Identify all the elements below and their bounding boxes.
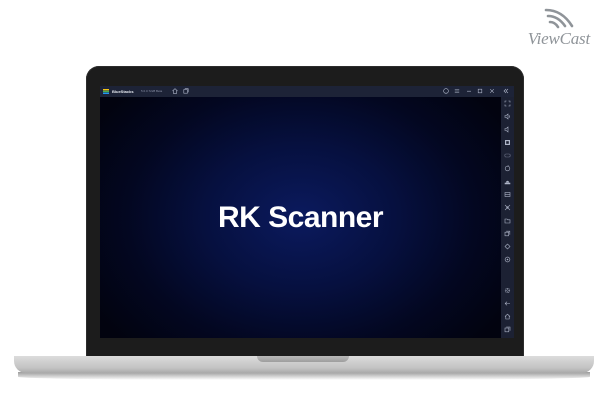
laptop-base-shadow [18, 372, 590, 380]
bluestacks-titlebar: BlueStacks 5.0.0.7228 Beta [100, 86, 514, 97]
home-icon[interactable] [172, 88, 178, 94]
app-splash-title: RK Scanner [217, 201, 384, 234]
app-name: BlueStacks [112, 89, 134, 94]
recent-apps-icon[interactable] [504, 326, 511, 333]
settings-icon[interactable] [504, 287, 511, 294]
folder-icon[interactable] [504, 217, 511, 224]
laptop-screen: BlueStacks 5.0.0.7228 Beta RK Scanner [100, 86, 514, 338]
volume-up-icon[interactable] [504, 113, 511, 120]
rotate-icon[interactable] [504, 165, 511, 172]
home-icon[interactable] [504, 313, 511, 320]
menu-icon[interactable] [454, 88, 460, 94]
bluestacks-sidebar [501, 97, 514, 338]
install-apk-icon[interactable] [504, 178, 511, 185]
volume-down-icon[interactable] [504, 126, 511, 133]
close-icon[interactable] [489, 88, 495, 94]
fullscreen-icon[interactable] [504, 100, 511, 107]
viewcast-logo: ViewCast [498, 6, 590, 50]
help-icon[interactable] [443, 88, 449, 94]
keymap-icon[interactable] [504, 139, 511, 146]
eco-mode-icon[interactable] [504, 243, 511, 250]
app-version: 5.0.0.7228 Beta [141, 89, 163, 93]
emulator-viewport[interactable]: RK Scanner [100, 97, 501, 338]
media-manager-icon[interactable] [504, 191, 511, 198]
maximize-icon[interactable] [477, 88, 483, 94]
gamepad-icon[interactable] [504, 152, 511, 159]
laptop-notch [257, 356, 349, 362]
collapse-sidebar-icon[interactable] [503, 88, 509, 94]
back-icon[interactable] [504, 300, 511, 307]
macro-icon[interactable] [504, 256, 511, 263]
logo-text: ViewCast [527, 29, 591, 48]
multi-instance-icon[interactable] [504, 230, 511, 237]
screenshot-icon[interactable] [504, 204, 511, 211]
multi-instance-icon[interactable] [183, 88, 189, 94]
bluestacks-logo-icon [103, 89, 109, 94]
minimize-icon[interactable] [466, 88, 472, 94]
wifi-signal-icon [544, 8, 574, 29]
